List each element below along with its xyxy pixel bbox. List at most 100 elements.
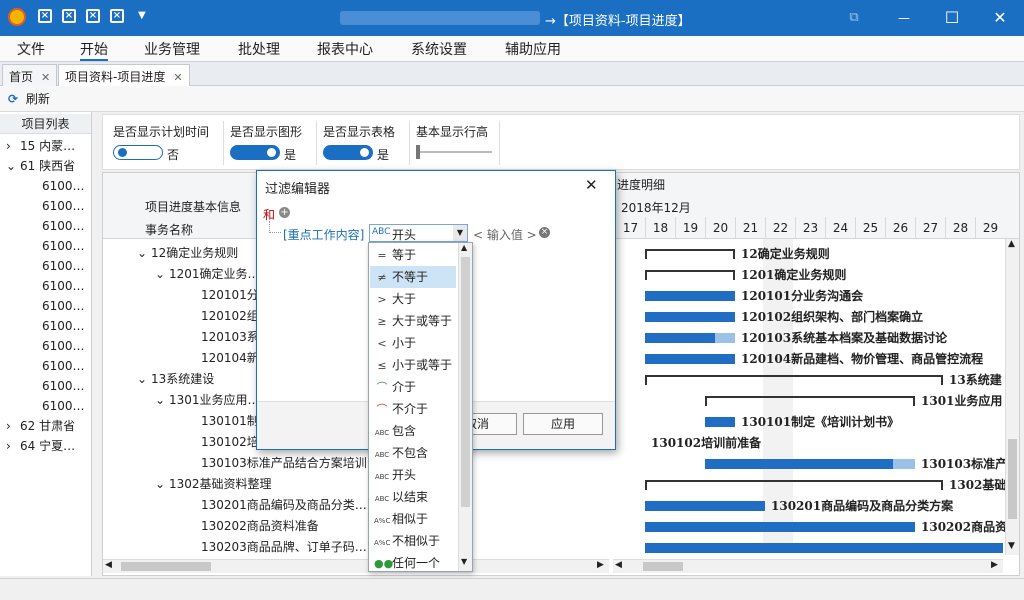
menu-batch[interactable]: 批处理: [238, 39, 280, 59]
close-icon[interactable]: ✕: [585, 176, 598, 194]
task-row[interactable]: 130202商品资料准备: [103, 516, 593, 537]
filter-field[interactable]: [重点工作内容]: [283, 226, 364, 243]
task-row[interactable]: 130103标准产品结合方案培训: [103, 453, 593, 474]
operator-select[interactable]: ABC 开头 ▼: [369, 224, 468, 242]
operator-option[interactable]: ≥ 大于或等于: [370, 310, 456, 332]
tree-item[interactable]: 6100…: [42, 176, 85, 196]
gantt-task-bar[interactable]: [645, 543, 1003, 553]
slider-thumb[interactable]: [416, 145, 420, 159]
gantt-summary-bar[interactable]: [705, 396, 915, 406]
grid-vertical-scrollbar[interactable]: ▲ ▼: [1005, 239, 1019, 555]
quick-access-dropdown-icon[interactable]: ▼: [138, 10, 146, 21]
operator-option[interactable]: < 小于: [370, 332, 456, 354]
row-height-slider[interactable]: [416, 145, 492, 159]
task-row[interactable]: ⌄ 1302基础资料整理: [103, 474, 593, 495]
operator-option[interactable]: ⌒ 不介于: [370, 398, 456, 420]
tree-item[interactable]: ⌄ 61 陕西省: [6, 156, 75, 176]
chevron-down-icon[interactable]: ▼: [453, 225, 467, 241]
quick-access-icon-1[interactable]: ×: [38, 9, 52, 23]
tab-project-progress[interactable]: 项目资料-项目进度 ✕: [58, 64, 190, 86]
gantt-summary-bar[interactable]: [645, 270, 735, 280]
tree-item[interactable]: › 64 宁夏…: [6, 436, 75, 456]
operator-option[interactable]: > 大于: [370, 288, 456, 310]
maximize-button[interactable]: ☐: [928, 0, 976, 36]
gantt-task-bar[interactable]: [645, 501, 765, 511]
add-condition-icon[interactable]: +: [279, 207, 290, 218]
tree-item[interactable]: 6100…: [42, 296, 85, 316]
scroll-down-icon[interactable]: ▼: [461, 557, 467, 566]
scroll-right-icon[interactable]: ▶: [991, 560, 998, 570]
operator-option[interactable]: ABC 不包含: [370, 442, 456, 464]
operator-option[interactable]: A%C 相似于: [370, 508, 456, 530]
refresh-button[interactable]: ⟳ 刷新: [8, 90, 50, 107]
scroll-up-icon[interactable]: ▲: [461, 243, 467, 252]
quick-access-icon-2[interactable]: ×: [62, 9, 76, 23]
gantt-task-bar[interactable]: [645, 312, 735, 322]
menu-settings[interactable]: 系统设置: [411, 39, 467, 59]
gantt-task-bar[interactable]: [705, 459, 893, 469]
tree-item[interactable]: 6100…: [42, 196, 85, 216]
collapse-icon[interactable]: ⌄: [155, 474, 165, 495]
tree-item[interactable]: 6100…: [42, 376, 85, 396]
close-button[interactable]: ✕: [976, 0, 1024, 36]
quick-access-icon-3[interactable]: ×: [86, 9, 100, 23]
restore-icon[interactable]: ⧉: [830, 0, 878, 36]
tree-item[interactable]: 6100…: [42, 256, 85, 276]
task-row[interactable]: 130201商品编码及商品分类…: [103, 495, 593, 516]
gantt-summary-bar[interactable]: [645, 480, 943, 490]
collapse-icon[interactable]: ⌄: [6, 156, 20, 176]
gantt-summary-bar[interactable]: [645, 249, 735, 259]
operator-option[interactable]: ABC 包含: [370, 420, 456, 442]
close-icon[interactable]: ✕: [41, 71, 50, 84]
operator-option[interactable]: ●●任何一个: [370, 552, 456, 574]
gantt-task-bar[interactable]: [645, 291, 735, 301]
quick-access-icon-4[interactable]: ×: [110, 9, 124, 23]
gantt-horizontal-scrollbar[interactable]: ◀ ▶: [613, 559, 1003, 573]
graph-toggle[interactable]: [230, 145, 280, 160]
table-toggle[interactable]: [323, 145, 373, 160]
expand-icon[interactable]: ›: [6, 136, 20, 156]
scroll-thumb[interactable]: [643, 562, 683, 571]
operator-option[interactable]: ABC 以结束: [370, 486, 456, 508]
collapse-icon[interactable]: ⌄: [155, 264, 165, 285]
gantt-task-bar[interactable]: [705, 417, 735, 427]
close-icon[interactable]: ✕: [173, 71, 182, 84]
operator-option[interactable]: ≤ 小于或等于: [370, 354, 456, 376]
scroll-up-icon[interactable]: ▲: [1008, 239, 1015, 249]
operator-option[interactable]: ⌒ 介于: [370, 376, 456, 398]
menu-reports[interactable]: 报表中心: [317, 39, 373, 59]
collapse-icon[interactable]: ⌄: [137, 243, 147, 264]
tree-item[interactable]: 6100…: [42, 216, 85, 236]
scroll-down-icon[interactable]: ▼: [1008, 541, 1015, 551]
value-input[interactable]: < 输入值 >: [473, 226, 537, 243]
tree-item[interactable]: › 15 内蒙…: [6, 136, 75, 156]
tree-item[interactable]: 6100…: [42, 356, 85, 376]
collapse-icon[interactable]: ⌄: [137, 369, 147, 390]
operator-option[interactable]: ABC 开头: [370, 464, 456, 486]
scroll-left-icon[interactable]: ◀: [615, 560, 622, 570]
tab-home[interactable]: 首页 ✕: [2, 64, 58, 86]
tree-item[interactable]: 6100…: [42, 316, 85, 336]
gantt-task-bar[interactable]: [645, 354, 735, 364]
scroll-thumb[interactable]: [1008, 439, 1017, 519]
tree-item[interactable]: 6100…: [42, 336, 85, 356]
expand-icon[interactable]: ›: [6, 416, 20, 436]
remove-condition-icon[interactable]: ×: [539, 227, 550, 238]
menu-file[interactable]: 文件: [17, 39, 45, 59]
expand-icon[interactable]: ›: [6, 436, 20, 456]
tree-item[interactable]: 6100…: [42, 276, 85, 296]
gantt-summary-bar[interactable]: [645, 375, 943, 385]
scroll-right-icon[interactable]: ▶: [597, 560, 604, 570]
dropdown-scrollbar[interactable]: ▲ ▼: [458, 243, 472, 571]
plan-time-toggle[interactable]: [113, 145, 163, 160]
table-horizontal-scrollbar[interactable]: ◀ ▶: [103, 559, 609, 573]
scroll-thumb[interactable]: [461, 257, 470, 507]
apply-button[interactable]: 应用: [523, 413, 603, 435]
operator-option[interactable]: = 等于: [370, 244, 456, 266]
tree-item[interactable]: 6100…: [42, 396, 85, 416]
collapse-icon[interactable]: ⌄: [155, 390, 165, 411]
menu-start[interactable]: 开始: [80, 39, 108, 61]
menu-aux[interactable]: 辅助应用: [505, 39, 561, 59]
gantt-task-bar[interactable]: [645, 522, 915, 532]
gantt-task-bar[interactable]: [645, 333, 715, 343]
